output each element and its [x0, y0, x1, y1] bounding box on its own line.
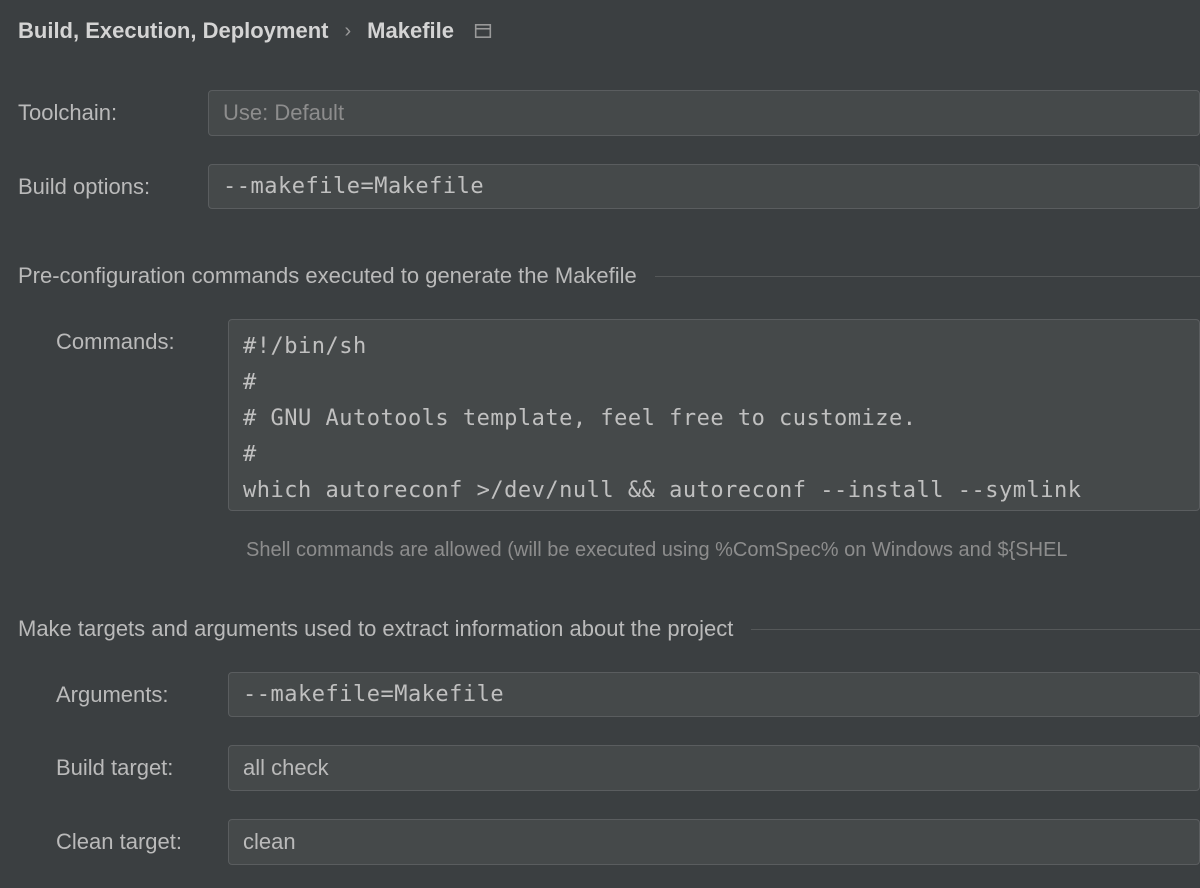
arguments-input[interactable]: --makefile=Makefile: [228, 672, 1200, 717]
build-options-label: Build options:: [18, 174, 208, 200]
build-target-row: Build target: all check: [18, 745, 1200, 791]
clean-target-row: Clean target: clean: [18, 819, 1200, 865]
window-icon[interactable]: [474, 22, 492, 40]
targets-section-header: Make targets and arguments used to extra…: [18, 616, 1200, 642]
breadcrumb-parent[interactable]: Build, Execution, Deployment: [18, 18, 328, 44]
commands-hint: Shell commands are allowed (will be exec…: [246, 539, 1200, 562]
breadcrumb-current: Makefile: [367, 18, 454, 44]
toolchain-select[interactable]: Use: Default: [208, 90, 1200, 136]
section-divider: [751, 629, 1200, 630]
clean-target-label: Clean target:: [56, 829, 228, 855]
build-target-input[interactable]: all check: [228, 745, 1200, 791]
commands-textarea[interactable]: #!/bin/sh # # GNU Autotools template, fe…: [228, 319, 1200, 511]
breadcrumb: Build, Execution, Deployment › Makefile: [18, 18, 1200, 44]
build-options-input[interactable]: --makefile=Makefile: [208, 164, 1200, 209]
build-options-row: Build options: --makefile=Makefile: [18, 164, 1200, 209]
build-target-label: Build target:: [56, 755, 228, 781]
targets-section-title: Make targets and arguments used to extra…: [18, 616, 733, 642]
clean-target-input[interactable]: clean: [228, 819, 1200, 865]
section-divider: [655, 276, 1200, 277]
preconfig-section-title: Pre-configuration commands executed to g…: [18, 263, 637, 289]
arguments-label: Arguments:: [56, 682, 228, 708]
commands-label: Commands:: [56, 319, 228, 355]
toolchain-row: Toolchain: Use: Default: [18, 90, 1200, 136]
toolchain-label: Toolchain:: [18, 100, 208, 126]
commands-row: Commands: #!/bin/sh # # GNU Autotools te…: [18, 319, 1200, 511]
arguments-row: Arguments: --makefile=Makefile: [18, 672, 1200, 717]
preconfig-section-header: Pre-configuration commands executed to g…: [18, 263, 1200, 289]
breadcrumb-separator: ›: [344, 20, 351, 43]
